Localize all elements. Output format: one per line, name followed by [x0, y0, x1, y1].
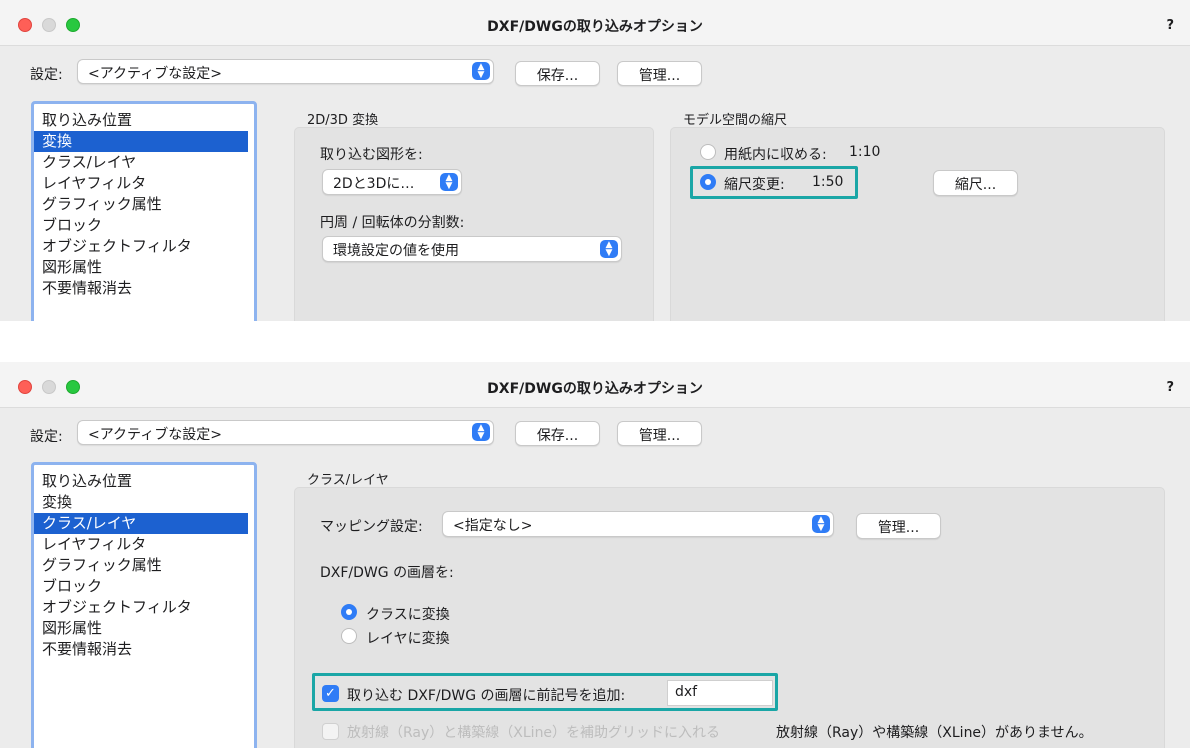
help-icon[interactable]: ? — [1166, 18, 1174, 33]
sidebar-item-block[interactable]: ブロック — [34, 576, 248, 597]
import-shapes-value: 2Dと3Dに… — [333, 176, 415, 192]
manage-button[interactable]: 管理... — [617, 61, 702, 86]
updown-chevron-icon: ▲ ▼ — [472, 62, 490, 80]
window-title: DXF/DWGの取り込みオプション — [487, 19, 703, 35]
scale-change-radio[interactable] — [700, 174, 716, 190]
segments-label: 円周 / 回転体の分割数: — [320, 215, 465, 231]
updown-chevron-icon: ▲ ▼ — [472, 423, 490, 441]
sidebar-item-conversion[interactable]: 変換 — [34, 492, 248, 513]
fit-to-page-label: 用紙内に収める: — [724, 147, 827, 163]
sidebar-item-object-filter[interactable]: オブジェクトフィルタ — [34, 236, 248, 257]
sidebar-item-graphic-attributes[interactable]: グラフィック属性 — [34, 555, 248, 576]
sidebar-item-import-position[interactable]: 取り込み位置 — [34, 110, 248, 131]
sidebar-item-class-layer[interactable]: クラス/レイヤ — [34, 513, 248, 534]
window-title: DXF/DWGの取り込みオプション — [487, 381, 703, 397]
ray-xline-checkbox[interactable] — [322, 723, 339, 740]
import-options-window-conversion: DXF/DWGの取り込みオプション ? 設定: <アクティブな設定> ▲ ▼ 保存… — [0, 0, 1190, 321]
prefix-label: 取り込む DXF/DWG の画層に前記号を追加: — [347, 688, 626, 704]
category-list: 取り込み位置 変換 クラス/レイヤ レイヤフィルタ グラフィック属性 ブロック … — [31, 101, 257, 321]
updown-chevron-icon: ▲ ▼ — [600, 240, 618, 258]
help-icon[interactable]: ? — [1166, 380, 1174, 395]
save-button[interactable]: 保存... — [515, 421, 600, 446]
sidebar-item-cleanup[interactable]: 不要情報消去 — [34, 639, 248, 660]
settings-label: 設定: — [30, 67, 63, 83]
title-bar: DXF/DWGの取り込みオプション ? — [0, 0, 1190, 46]
manage-button[interactable]: 管理... — [617, 421, 702, 446]
scale-change-value: 1:50 — [812, 174, 844, 190]
scale-button[interactable]: 縮尺... — [933, 170, 1018, 196]
ray-xline-label: 放射線（Ray）と構築線（XLine）を補助グリッドに入れる — [347, 725, 721, 741]
mapping-value: <指定なし> — [453, 518, 533, 534]
sidebar-item-layer-filter[interactable]: レイヤフィルタ — [34, 534, 248, 555]
layers-label: DXF/DWG の画層を: — [320, 565, 454, 581]
convert-to-layer-label: レイヤに変換 — [366, 631, 450, 647]
sidebar-item-cleanup[interactable]: 不要情報消去 — [34, 278, 248, 299]
convert-to-class-label: クラスに変換 — [366, 607, 450, 623]
import-shapes-label: 取り込む図形を: — [320, 147, 423, 163]
category-list: 取り込み位置 変換 クラス/レイヤ レイヤフィルタ グラフィック属性 ブロック … — [31, 462, 257, 748]
convert-to-layer-radio[interactable] — [341, 628, 357, 644]
convert-to-class-radio[interactable] — [341, 604, 357, 620]
settings-label: 設定: — [30, 429, 63, 445]
prefix-input[interactable]: dxf — [667, 680, 773, 706]
sidebar-item-block[interactable]: ブロック — [34, 215, 248, 236]
checkmark-icon[interactable]: ✓ — [322, 685, 339, 702]
settings-value: <アクティブな設定> — [88, 66, 222, 82]
sidebar-item-shape-attributes[interactable]: 図形属性 — [34, 618, 248, 639]
fit-to-page-value: 1:10 — [849, 144, 881, 160]
sidebar-item-layer-filter[interactable]: レイヤフィルタ — [34, 173, 248, 194]
sidebar-item-graphic-attributes[interactable]: グラフィック属性 — [34, 194, 248, 215]
sidebar-item-conversion[interactable]: 変換 — [34, 131, 248, 152]
title-bar: DXF/DWGの取り込みオプション ? — [0, 362, 1190, 408]
ray-xline-note: 放射線（Ray）や構築線（XLine）がありません。 — [776, 725, 1093, 741]
mapping-popup[interactable]: <指定なし> ▲ ▼ — [442, 511, 834, 537]
mapping-manage-button[interactable]: 管理... — [856, 513, 941, 539]
section-class-layer-title: クラス/レイヤ — [307, 473, 389, 488]
sidebar-item-object-filter[interactable]: オブジェクトフィルタ — [34, 597, 248, 618]
settings-popup[interactable]: <アクティブな設定> ▲ ▼ — [77, 59, 494, 84]
sidebar-item-class-layer[interactable]: クラス/レイヤ — [34, 152, 248, 173]
save-button[interactable]: 保存... — [515, 61, 600, 86]
import-shapes-popup[interactable]: 2Dと3Dに… ▲ ▼ — [322, 169, 462, 195]
scale-change-label: 縮尺変更: — [724, 177, 785, 193]
import-options-window-class-layer: DXF/DWGの取り込みオプション ? 設定: <アクティブな設定> ▲ ▼ 保存… — [0, 362, 1190, 748]
fit-to-page-radio[interactable] — [700, 144, 716, 160]
sidebar-item-import-position[interactable]: 取り込み位置 — [34, 471, 248, 492]
updown-chevron-icon: ▲ ▼ — [440, 173, 458, 191]
updown-chevron-icon: ▲ ▼ — [812, 515, 830, 533]
settings-value: <アクティブな設定> — [88, 427, 222, 443]
section-scale-title: モデル空間の縮尺 — [683, 113, 788, 128]
sidebar-item-shape-attributes[interactable]: 図形属性 — [34, 257, 248, 278]
section-2d3d-title: 2D/3D 変換 — [307, 113, 379, 128]
segments-value: 環境設定の値を使用 — [333, 243, 459, 259]
segments-popup[interactable]: 環境設定の値を使用 ▲ ▼ — [322, 236, 622, 262]
settings-popup[interactable]: <アクティブな設定> ▲ ▼ — [77, 420, 494, 445]
mapping-label: マッピング設定: — [320, 519, 423, 535]
